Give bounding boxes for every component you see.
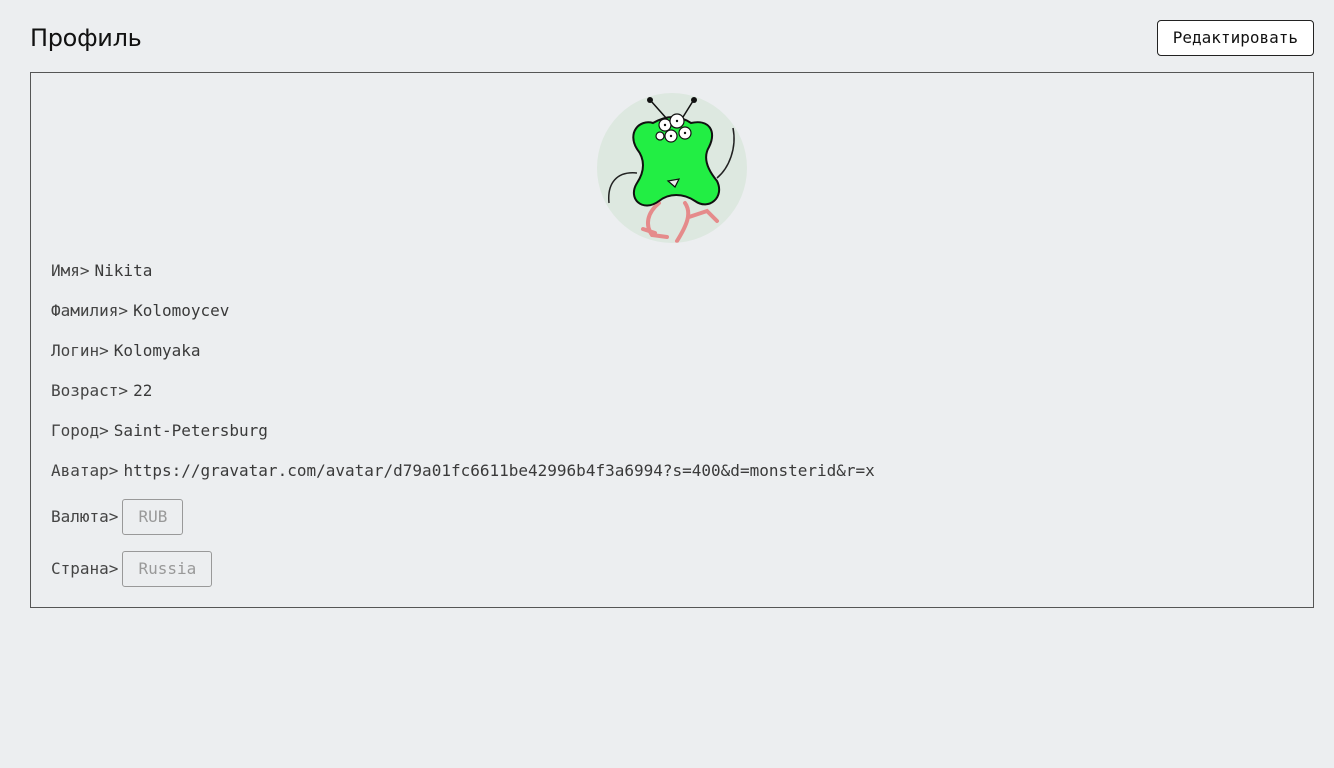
field-age: Возраст> 22 — [51, 379, 152, 403]
avatar-url-label: Аватар> — [51, 461, 119, 480]
age-label: Возраст> — [51, 381, 129, 400]
field-login: Логин> Kolomyaka — [51, 339, 201, 363]
page-header: Профиль Редактировать — [30, 20, 1314, 56]
field-avatar-url: Аватар> https://gravatar.com/avatar/d79a0… — [51, 459, 875, 483]
city-label: Город> — [51, 421, 109, 440]
first-name-value: Nikita — [94, 261, 153, 280]
avatar-url-value: https://gravatar.com/avatar/d79a01fc6611… — [123, 461, 875, 480]
field-city: Город> Saint-Petersburg — [51, 419, 268, 443]
first-name-label: Имя> — [51, 261, 90, 280]
last-name-label: Фамилия> — [51, 301, 129, 320]
field-first-name: Имя> Nikita — [51, 259, 152, 283]
age-value: 22 — [133, 381, 153, 400]
currency-select[interactable]: RUB — [122, 499, 184, 535]
field-country: Страна> Russia — [51, 551, 213, 587]
field-currency: Валюта> RUB — [51, 499, 184, 535]
monster-avatar-icon — [608, 97, 735, 243]
country-select[interactable]: Russia — [122, 551, 213, 587]
edit-button[interactable]: Редактировать — [1156, 20, 1314, 56]
city-value: Saint-Petersburg — [113, 421, 268, 440]
country-label: Страна> — [51, 559, 119, 578]
avatar — [597, 93, 747, 243]
profile-card: Имя> Nikita Фамилия> Kolomoycev Логин> Kolo… — [30, 72, 1314, 608]
last-name-value: Kolomoycev — [133, 301, 230, 320]
page-title: Профиль — [30, 24, 142, 52]
login-label: Логин> — [51, 341, 109, 360]
currency-label: Валюта> — [51, 507, 119, 526]
login-value: Kolomyaka — [113, 341, 201, 360]
field-last-name: Фамилия> Kolomoycev — [51, 299, 229, 323]
